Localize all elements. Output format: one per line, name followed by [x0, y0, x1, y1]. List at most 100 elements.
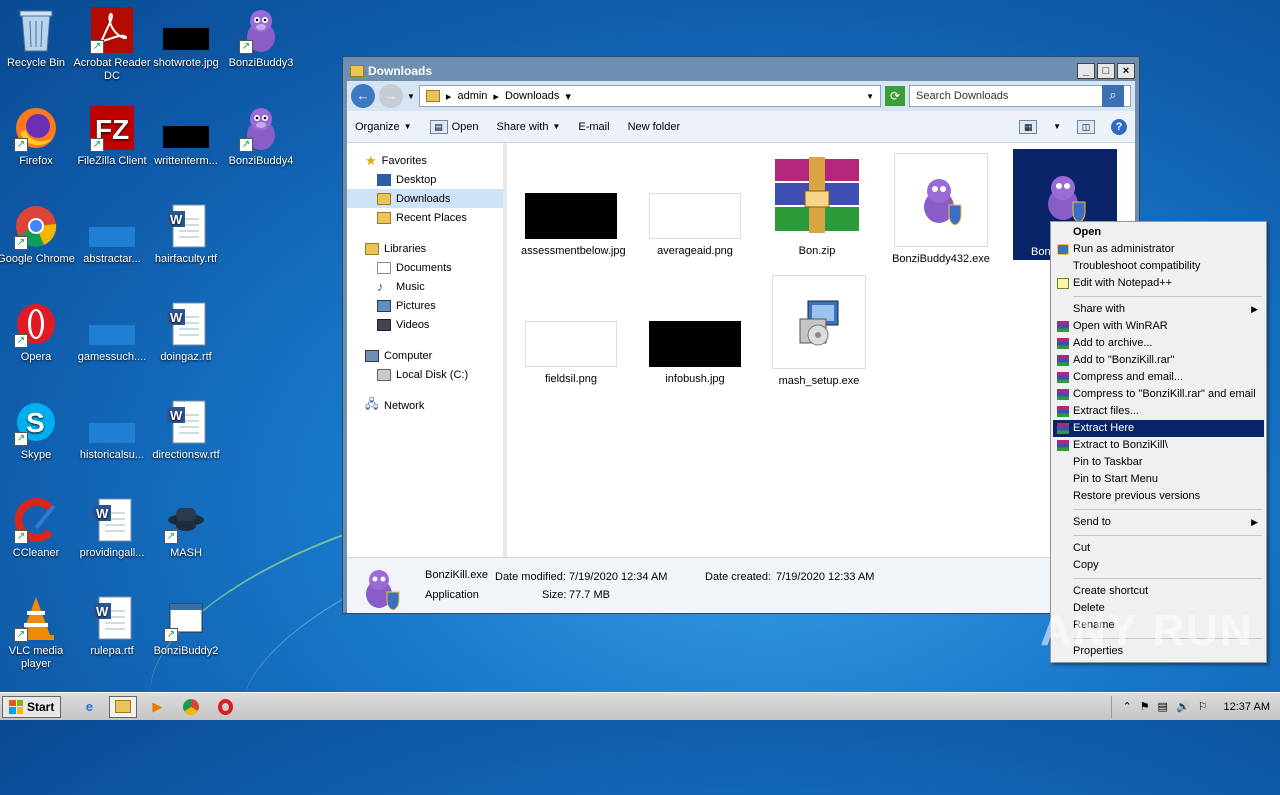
explorer-window[interactable]: Downloads _ □ × ← → ▼ ▸ admin ▸ Download…: [342, 56, 1140, 614]
menu-extract-files[interactable]: Extract files...: [1053, 403, 1264, 420]
forward-button[interactable]: →: [379, 84, 403, 108]
desktop-icon-skype[interactable]: S ↗ Skype: [0, 398, 75, 462]
desktop-icon-mash[interactable]: ↗ MASH: [147, 496, 225, 560]
desktop-icon-chrome[interactable]: ↗ Google Chrome: [0, 202, 75, 266]
menu-delete[interactable]: Delete: [1053, 600, 1264, 617]
refresh-button[interactable]: ⟳: [885, 86, 905, 106]
open-button[interactable]: ▤ Open: [429, 119, 478, 134]
menu-cut[interactable]: Cut: [1053, 540, 1264, 557]
desktop-icon-opera[interactable]: ↗ Opera: [0, 300, 75, 364]
nav-computer[interactable]: Computer: [347, 346, 503, 365]
desktop-icon-providingall[interactable]: W providingall...: [73, 496, 151, 560]
menu-extract-here[interactable]: Extract Here: [1053, 420, 1264, 437]
file-item-mash-setup[interactable]: mash_setup.exe: [769, 275, 869, 387]
desktop-icon-rulepa[interactable]: W rulepa.rtf: [73, 594, 151, 658]
menu-extract-to-folder[interactable]: Extract to BonziKill\: [1053, 437, 1264, 454]
volume-icon[interactable]: 🔊: [1176, 700, 1190, 713]
desktop-icon-acrobat[interactable]: ↗ Acrobat Reader DC: [73, 6, 151, 83]
back-button[interactable]: ←: [351, 84, 375, 108]
taskbar-explorer-button[interactable]: [109, 695, 138, 718]
share-with-button[interactable]: Share with ▼: [496, 121, 560, 133]
desktop-icon-doingaz[interactable]: W doingaz.rtf: [147, 300, 225, 364]
file-item-bon-zip[interactable]: Bon.zip: [767, 153, 867, 257]
breadcrumb-downloads[interactable]: Downloads: [505, 90, 559, 102]
desktop-icon-writtenterm[interactable]: writtenterm...: [147, 104, 225, 168]
help-icon[interactable]: ?: [1111, 118, 1127, 135]
desktop-icon-firefox[interactable]: ↗ Firefox: [0, 104, 75, 168]
file-item-assessmentbelow[interactable]: assessmentbelow.jpg: [521, 193, 626, 257]
file-item-bonzibuddy432[interactable]: BonziBuddy432.exe: [891, 153, 991, 265]
show-hidden-icons-icon[interactable]: ⌃: [1122, 700, 1131, 713]
menu-run-as-admin[interactable]: Run as administrator: [1053, 241, 1264, 258]
menu-share-with[interactable]: Share with ▶: [1053, 301, 1264, 318]
menu-rename[interactable]: Rename: [1053, 617, 1264, 634]
desktop-icon-gamessuch[interactable]: gamessuch....: [73, 300, 151, 364]
desktop-icon-shotwrote[interactable]: shotwrote.jpg: [147, 6, 225, 70]
chevron-down-icon[interactable]: ▼: [1053, 122, 1061, 131]
minimize-button[interactable]: _: [1077, 63, 1095, 79]
menu-pin-to-taskbar[interactable]: Pin to Taskbar: [1053, 454, 1264, 471]
search-input[interactable]: Search Downloads ⌕: [909, 85, 1131, 107]
nav-libraries[interactable]: Libraries: [347, 239, 503, 258]
menu-restore-previous[interactable]: Restore previous versions: [1053, 488, 1264, 505]
desktop-icon-bonzibuddy3[interactable]: ↗ BonziBuddy3: [222, 6, 300, 70]
menu-add-to-archive[interactable]: Add to archive...: [1053, 335, 1264, 352]
nav-desktop[interactable]: Desktop: [347, 170, 503, 189]
taskbar-ie-button[interactable]: e: [75, 696, 103, 718]
file-item-fieldsil[interactable]: fieldsil.png: [521, 321, 621, 385]
menu-edit-notepadpp[interactable]: Edit with Notepad++: [1053, 275, 1264, 292]
nav-favorites[interactable]: ★ Favorites: [347, 151, 503, 170]
preview-pane-icon[interactable]: ◫: [1077, 119, 1095, 134]
desktop-icon-recycle-bin[interactable]: Recycle Bin: [0, 6, 75, 70]
action-center-flag-icon[interactable]: ⚑: [1140, 700, 1150, 713]
address-dropdown-icon[interactable]: ▼: [866, 92, 874, 101]
desktop-icon-hairfaculty[interactable]: W hairfaculty.rtf: [147, 202, 225, 266]
menu-properties[interactable]: Properties: [1053, 643, 1264, 660]
maximize-button[interactable]: □: [1097, 63, 1115, 79]
search-icon[interactable]: ⌕: [1102, 85, 1124, 107]
menu-open-with-winrar[interactable]: Open with WinRAR: [1053, 318, 1264, 335]
menu-create-shortcut[interactable]: Create shortcut: [1053, 583, 1264, 600]
desktop-icon-historicalsu[interactable]: historicalsu...: [73, 398, 151, 462]
desktop-icon-filezilla[interactable]: FZ ↗ FileZilla Client: [73, 104, 151, 168]
nav-recent-places[interactable]: Recent Places: [347, 208, 503, 227]
flag-tray-icon[interactable]: ⚐: [1198, 700, 1208, 713]
desktop-icon-abstractar[interactable]: abstractar...: [73, 202, 151, 266]
taskbar-clock[interactable]: 12:37 AM: [1224, 701, 1270, 713]
nav-documents[interactable]: Documents: [347, 258, 503, 277]
nav-music[interactable]: ♪ Music: [347, 277, 503, 296]
taskbar-opera-button[interactable]: [211, 696, 239, 718]
menu-open[interactable]: Open: [1053, 224, 1264, 241]
file-item-infobush[interactable]: infobush.jpg: [645, 321, 745, 385]
desktop-icon-bonzibuddy2[interactable]: ↗ BonziBuddy2: [147, 594, 225, 658]
start-button[interactable]: Start: [2, 695, 62, 718]
menu-add-to-bonzikill-rar[interactable]: Add to "BonziKill.rar": [1053, 352, 1264, 369]
new-folder-button[interactable]: New folder: [628, 121, 681, 133]
desktop-icon-vlc[interactable]: ↗ VLC media player: [0, 594, 75, 671]
desktop-icon-directionsw[interactable]: W directionsw.rtf: [147, 398, 225, 462]
taskbar-media-player-button[interactable]: ▶: [143, 696, 171, 718]
close-button[interactable]: ×: [1117, 63, 1135, 79]
breadcrumb-admin[interactable]: admin: [457, 90, 487, 102]
organize-button[interactable]: Organize ▼: [355, 121, 412, 133]
network-tray-icon[interactable]: ▤: [1158, 700, 1168, 713]
nav-local-disk[interactable]: Local Disk (C:): [347, 365, 503, 384]
nav-network[interactable]: 🖧 Network: [347, 396, 503, 415]
desktop-icon-ccleaner[interactable]: ↗ CCleaner: [0, 496, 75, 560]
email-button[interactable]: E-mail: [578, 121, 609, 133]
nav-pictures[interactable]: Pictures: [347, 296, 503, 315]
menu-send-to[interactable]: Send to ▶: [1053, 514, 1264, 531]
menu-compress-to-rar-email[interactable]: Compress to "BonziKill.rar" and email: [1053, 386, 1264, 403]
menu-pin-to-start[interactable]: Pin to Start Menu: [1053, 471, 1264, 488]
taskbar-chrome-button[interactable]: [177, 696, 205, 718]
change-view-icon[interactable]: ▦: [1019, 119, 1038, 134]
menu-troubleshoot[interactable]: Troubleshoot compatibility: [1053, 258, 1264, 275]
window-titlebar[interactable]: Downloads _ □ ×: [347, 61, 1135, 81]
desktop-icon-bonzibuddy4[interactable]: ↗ BonziBuddy4: [222, 104, 300, 168]
nav-downloads[interactable]: Downloads: [347, 189, 503, 208]
nav-videos[interactable]: Videos: [347, 315, 503, 334]
menu-compress-and-email[interactable]: Compress and email...: [1053, 369, 1264, 386]
file-item-averageaid[interactable]: averageaid.png: [645, 193, 745, 257]
menu-copy[interactable]: Copy: [1053, 557, 1264, 574]
address-field[interactable]: ▸ admin ▸ Downloads ▾ ▼: [418, 85, 881, 107]
